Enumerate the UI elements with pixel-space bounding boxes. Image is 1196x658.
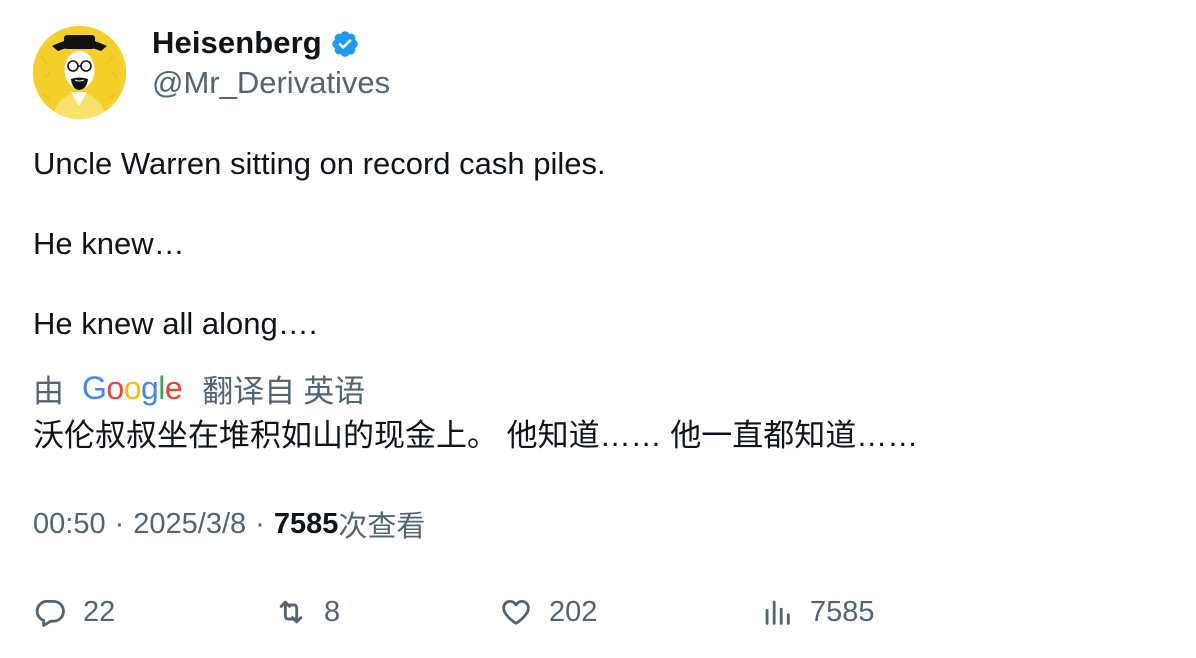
tweet-line: He knew all along…. xyxy=(33,306,318,341)
meta-separator: · xyxy=(255,507,265,540)
retweet-icon xyxy=(279,600,303,624)
like-button[interactable]: 202 xyxy=(499,592,597,632)
google-logo: Google xyxy=(82,369,183,406)
tweet-text: Uncle Warren sitting on record cash pile… xyxy=(33,144,606,344)
translated-by-label: 由 xyxy=(33,373,64,409)
meta-separator: · xyxy=(114,507,125,540)
translated-text: 沃伦叔叔坐在堆积如山的现金上。 他知道…… 他一直都知道…… xyxy=(33,418,919,453)
avatar[interactable] xyxy=(33,26,126,119)
heart-icon xyxy=(502,599,530,625)
views-button[interactable]: 7585 xyxy=(760,592,875,632)
retweet-button[interactable]: 8 xyxy=(274,592,340,632)
verified-badge-icon[interactable] xyxy=(330,29,360,59)
display-name[interactable]: Heisenberg xyxy=(152,25,322,61)
source-language: 英语 xyxy=(303,373,366,409)
analytics-icon xyxy=(765,600,790,625)
display-name-row: Heisenberg xyxy=(152,25,390,61)
views-count[interactable]: 7585 xyxy=(274,508,339,541)
tweet-actions: 22 8 202 7585 xyxy=(33,592,1033,632)
tweet-header: Heisenberg @Mr_Derivatives xyxy=(33,25,390,119)
tweet-meta: 00:50 · 2025/3/8 · 7585 次查看 xyxy=(33,503,425,545)
tweet-time[interactable]: 00:50 xyxy=(33,508,106,541)
tweet-line: Uncle Warren sitting on record cash pile… xyxy=(33,146,606,181)
tweet-date[interactable]: 2025/3/8 xyxy=(133,508,246,541)
author-names: Heisenberg @Mr_Derivatives xyxy=(152,25,390,101)
retweet-count: 8 xyxy=(324,595,341,628)
reply-count: 22 xyxy=(83,595,116,628)
translated-from-label: 翻译自 xyxy=(202,373,296,409)
reply-button[interactable]: 22 xyxy=(33,592,115,632)
author-handle[interactable]: @Mr_Derivatives xyxy=(152,65,390,101)
heisenberg-avatar-icon xyxy=(33,26,126,119)
reply-icon xyxy=(35,599,65,627)
views-action-count: 7585 xyxy=(810,595,875,628)
translation-attribution[interactable]: 由 Google 翻译自 英语 xyxy=(33,368,366,409)
views-label[interactable]: 次查看 xyxy=(338,503,425,545)
tweet-line: He knew… xyxy=(33,226,185,261)
like-count: 202 xyxy=(549,595,598,628)
